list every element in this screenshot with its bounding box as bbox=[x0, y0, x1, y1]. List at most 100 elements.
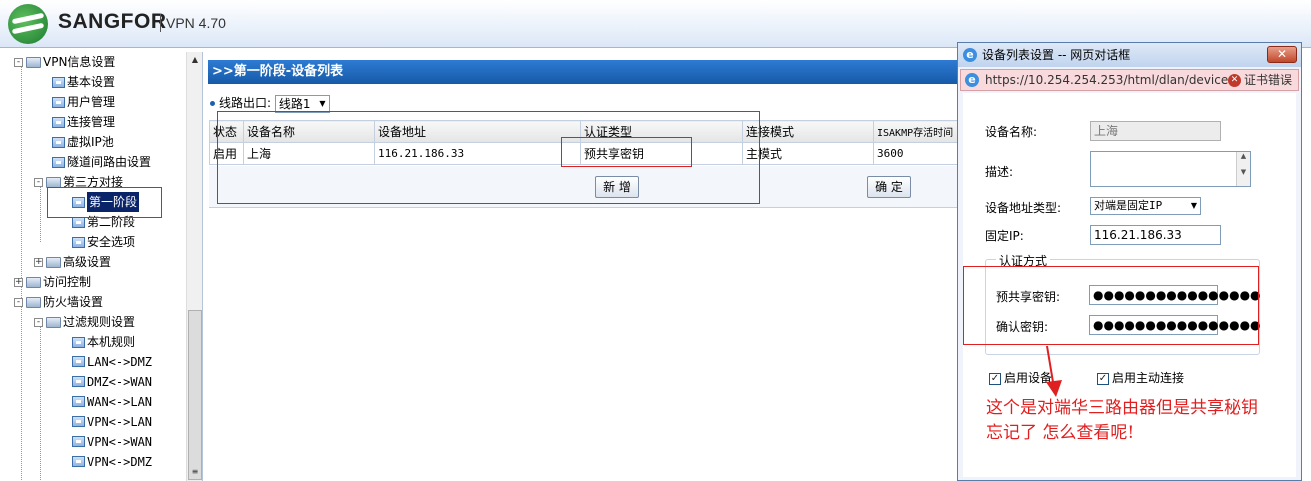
cell-isakmp: 3600 bbox=[873, 142, 959, 165]
checkbox-checked-icon[interactable]: ✓ bbox=[1097, 372, 1109, 385]
tree-item-tunnel-route[interactable]: 隧道间路由设置 bbox=[52, 152, 151, 172]
scroll-up-icon[interactable]: ▲ bbox=[189, 54, 201, 66]
table-toolbar: 新 增 确 定 bbox=[209, 166, 959, 208]
bullet-icon bbox=[210, 101, 215, 106]
version-label: VPN 4.70 bbox=[166, 15, 226, 31]
tree-item-security[interactable]: 安全选项 bbox=[72, 232, 135, 252]
annotation-line-2: 忘记了 怎么查看呢! bbox=[986, 423, 1135, 443]
col-connect-mode[interactable]: 连接模式 bbox=[742, 120, 874, 143]
col-auth-type[interactable]: 认证类型 bbox=[580, 120, 743, 143]
page-icon bbox=[52, 117, 65, 128]
tree-item-advanced[interactable]: + 高级设置 bbox=[34, 252, 111, 272]
tree-item-vpn-wan[interactable]: VPN<->WAN bbox=[72, 432, 152, 452]
ie-icon: e bbox=[965, 73, 979, 87]
expand-icon[interactable]: + bbox=[14, 278, 23, 287]
checkbox-checked-icon[interactable]: ✓ bbox=[989, 372, 1001, 385]
page-icon bbox=[72, 395, 85, 407]
ie-icon: e bbox=[963, 48, 977, 62]
tree-item-basic[interactable]: 基本设置 bbox=[52, 72, 115, 92]
active-connect-checkbox[interactable]: ✓ 启用主动连接 bbox=[1097, 369, 1184, 386]
brand-name: SANGFOR bbox=[58, 10, 167, 33]
cell-auth-type: 预共享密钥 bbox=[580, 142, 743, 165]
tree-item-filter-rules[interactable]: - 过滤规则设置 bbox=[34, 312, 135, 332]
annotation-arrow-icon bbox=[1046, 345, 1062, 397]
tree-item-local-rules[interactable]: 本机规则 bbox=[72, 332, 135, 352]
dropdown-arrow-icon: ▼ bbox=[1190, 201, 1197, 210]
line-select[interactable]: 线路1 ▼ bbox=[274, 94, 330, 113]
tree-item-wan-lan[interactable]: WAN<->LAN bbox=[72, 392, 152, 412]
add-button[interactable]: 新 增 bbox=[595, 176, 639, 198]
page-icon bbox=[72, 355, 85, 367]
page-icon bbox=[72, 375, 85, 387]
collapse-icon[interactable]: - bbox=[14, 58, 23, 67]
table-header-row: 状态 设备名称 设备地址 认证类型 连接模式 ISAKMP存活时间 bbox=[209, 120, 959, 143]
addr-type-select[interactable]: 对端是固定IP ▼ bbox=[1090, 197, 1201, 215]
psk-label: 预共享密钥: bbox=[996, 290, 1061, 304]
dialog-address-bar: e https://10.254.254.253/html/dlan/devic… bbox=[960, 69, 1299, 91]
col-status[interactable]: 状态 bbox=[209, 120, 244, 143]
device-name-field: 上海 bbox=[1090, 121, 1221, 141]
col-device-addr[interactable]: 设备地址 bbox=[374, 120, 581, 143]
desc-textarea[interactable]: ▲ ▼ bbox=[1090, 151, 1251, 187]
auth-legend: 认证方式 bbox=[996, 252, 1051, 269]
ok-button[interactable]: 确 定 bbox=[867, 176, 911, 198]
cert-error[interactable]: ✕ 证书错误 bbox=[1227, 70, 1292, 90]
confirm-psk-label: 确认密钥: bbox=[996, 320, 1049, 334]
annotation-text: 这个是对端华三路由器但是共享秘钥 忘记了 怎么查看呢! bbox=[986, 396, 1258, 446]
fixed-ip-field[interactable]: 116.21.186.33 bbox=[1090, 225, 1221, 245]
page-icon bbox=[52, 157, 65, 168]
col-device-name[interactable]: 设备名称 bbox=[243, 120, 375, 143]
psk-field[interactable]: ●●●●●●●●●●●●●●●● bbox=[1089, 285, 1261, 305]
page-icon bbox=[72, 337, 85, 348]
cell-device-name: 上海 bbox=[243, 142, 375, 165]
table-row[interactable]: 启用 上海 116.21.186.33 预共享密钥 主模式 3600 bbox=[209, 142, 959, 165]
tree-item-connections[interactable]: 连接管理 bbox=[52, 112, 115, 132]
tree-item-dmz-wan[interactable]: DMZ<->WAN bbox=[72, 372, 152, 392]
textarea-scrollbar[interactable]: ▲ ▼ bbox=[1236, 152, 1250, 186]
cell-device-addr: 116.21.186.33 bbox=[374, 142, 581, 165]
annotation-line-1: 这个是对端华三路由器但是共享秘钥 bbox=[986, 398, 1258, 418]
confirm-psk-field[interactable]: ●●●●●●●●●●●●●●●● bbox=[1089, 315, 1261, 335]
folder-icon bbox=[46, 177, 61, 188]
tree-item-phase-two[interactable]: 第二阶段 bbox=[72, 212, 135, 232]
dialog-url: https://10.254.254.253/html/dlan/device bbox=[985, 73, 1229, 87]
nav-tree: - VPN信息设置 基本设置 用户管理 连接管理 虚拟IP池 隧道间路由设置 -第… bbox=[0, 52, 203, 481]
page-icon bbox=[52, 97, 65, 108]
tree-item-users[interactable]: 用户管理 bbox=[52, 92, 115, 112]
line-select-row: 线路出口: 线路1 ▼ bbox=[210, 94, 330, 113]
sangfor-logo-icon bbox=[8, 4, 48, 44]
tree-item-phase-one[interactable]: 第一阶段 bbox=[72, 192, 140, 212]
scroll-thumb[interactable] bbox=[188, 310, 202, 480]
collapse-icon[interactable]: - bbox=[34, 178, 43, 187]
collapse-icon[interactable]: - bbox=[34, 318, 43, 327]
tree-item-firewall[interactable]: - 防火墙设置 bbox=[14, 292, 103, 312]
collapse-icon[interactable]: - bbox=[14, 298, 23, 307]
close-icon[interactable]: ✕ bbox=[1267, 46, 1297, 63]
line-label: 线路出口: bbox=[219, 96, 272, 110]
tree-item-vpn-lan[interactable]: VPN<->LAN bbox=[72, 412, 152, 432]
tree-item-access-control[interactable]: + 访问控制 bbox=[14, 272, 91, 292]
desc-label: 描述: bbox=[985, 165, 1014, 179]
col-isakmp[interactable]: ISAKMP存活时间 bbox=[873, 120, 959, 143]
dropdown-arrow-icon: ▼ bbox=[319, 98, 326, 108]
tree-scrollbar[interactable]: ▲ ≡ bbox=[186, 52, 202, 481]
expand-icon[interactable]: + bbox=[34, 258, 43, 267]
tree-item-vpn-dmz[interactable]: VPN<->DMZ bbox=[72, 452, 152, 472]
page-title: >>第一阶段-设备列表 bbox=[208, 60, 958, 84]
folder-icon bbox=[26, 297, 41, 308]
dialog-titlebar[interactable]: e 设备列表设置 -- 网页对话框 ✕ bbox=[958, 43, 1301, 67]
tree-item-vpn-settings[interactable]: - VPN信息设置 bbox=[14, 52, 115, 72]
scroll-grip-icon: ≡ bbox=[191, 467, 199, 476]
page-icon bbox=[72, 237, 85, 248]
cell-connect-mode: 主模式 bbox=[742, 142, 874, 165]
app-header: SANGFOR VPN 4.70 bbox=[0, 0, 1311, 48]
device-name-label: 设备名称: bbox=[985, 125, 1038, 139]
addr-type-label: 设备地址类型: bbox=[985, 201, 1062, 215]
page-icon bbox=[52, 137, 65, 148]
tree-item-virtual-ip[interactable]: 虚拟IP池 bbox=[52, 132, 114, 152]
page-icon bbox=[72, 217, 85, 228]
brand-divider bbox=[160, 14, 161, 32]
folder-icon bbox=[46, 257, 61, 268]
tree-item-third-party[interactable]: - 第三方对接 bbox=[34, 172, 123, 192]
tree-item-lan-dmz[interactable]: LAN<->DMZ bbox=[72, 352, 152, 372]
